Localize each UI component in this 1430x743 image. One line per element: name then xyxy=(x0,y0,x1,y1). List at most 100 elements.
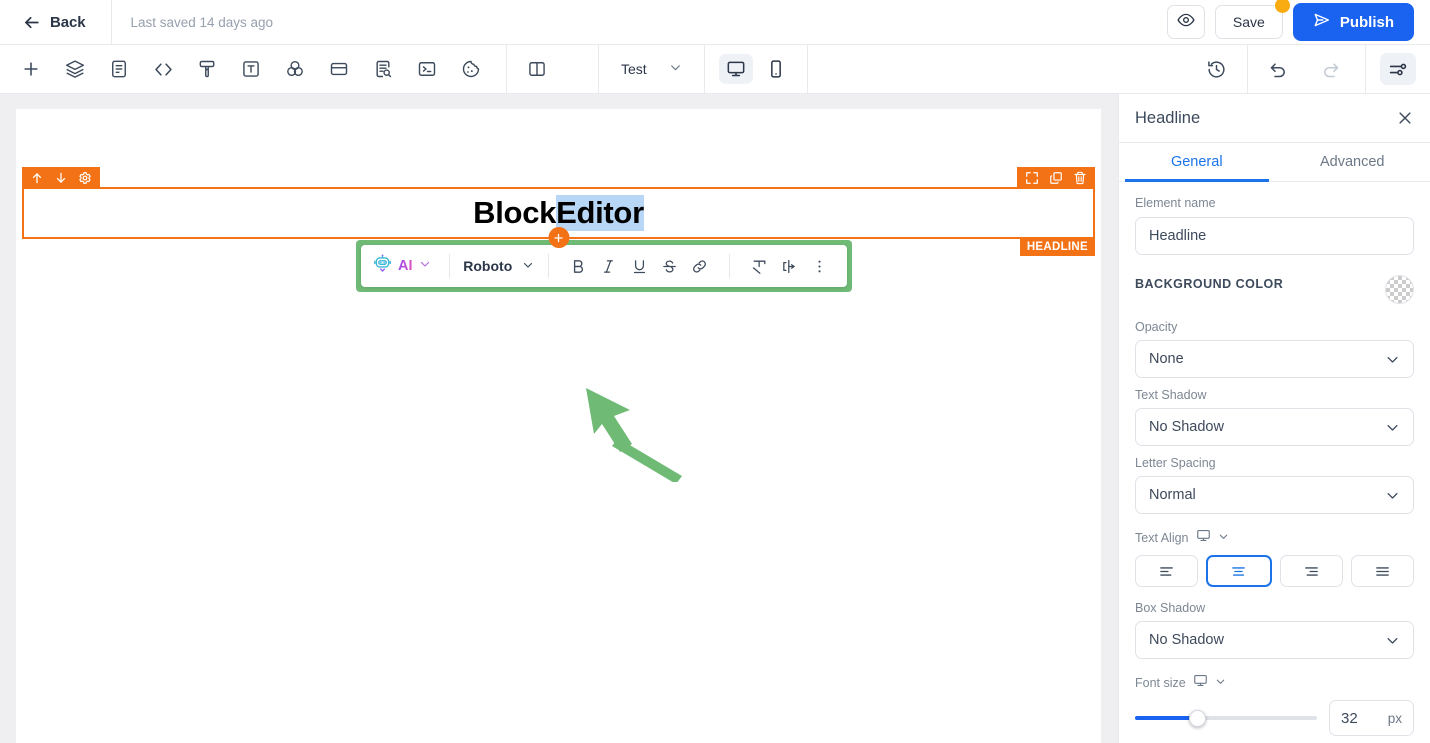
italic-icon[interactable] xyxy=(599,251,617,281)
align-center-icon[interactable] xyxy=(1206,555,1272,587)
environment-selector[interactable]: Test xyxy=(599,61,704,77)
save-button-wrapper: Save xyxy=(1214,0,1290,39)
chevron-down-icon[interactable] xyxy=(1218,529,1229,547)
tab-general[interactable]: General xyxy=(1119,143,1275,182)
plus-circle-icon[interactable] xyxy=(548,227,569,248)
paint-brush-icon[interactable] xyxy=(190,53,224,85)
publish-button[interactable]: Publish xyxy=(1292,3,1414,41)
letter-spacing-field: Letter Spacing Normal xyxy=(1135,456,1414,514)
opacity-value: None xyxy=(1149,351,1184,367)
text-shadow-value: No Shadow xyxy=(1149,419,1224,435)
block-controls-left xyxy=(22,167,100,189)
box-shadow-select[interactable]: No Shadow xyxy=(1135,621,1414,659)
color-blend-icon[interactable] xyxy=(278,53,312,85)
font-family-selector[interactable]: Roboto xyxy=(463,258,534,274)
chevron-down-icon xyxy=(1385,352,1400,367)
block-editor-app: Back Last saved 14 days ago Save Publish xyxy=(0,0,1430,743)
align-justify-icon[interactable] xyxy=(1350,555,1414,587)
align-left-icon[interactable] xyxy=(1135,555,1199,587)
desktop-icon[interactable] xyxy=(718,54,753,84)
last-saved-text: Last saved 14 days ago xyxy=(130,14,274,30)
preview-button[interactable] xyxy=(1166,5,1205,39)
move-up-icon[interactable] xyxy=(25,167,49,189)
unsaved-changes-dot xyxy=(1274,0,1290,13)
opacity-field: Opacity None xyxy=(1135,320,1414,378)
delete-trash-icon[interactable] xyxy=(1068,167,1092,189)
redo-icon[interactable] xyxy=(1313,53,1347,85)
cookie-icon[interactable] xyxy=(454,53,488,85)
layers-icon[interactable] xyxy=(58,53,92,85)
underline-icon[interactable] xyxy=(630,251,648,281)
code-icon[interactable] xyxy=(146,53,180,85)
letter-spacing-label: Letter Spacing xyxy=(1135,456,1216,470)
background-color-swatch[interactable] xyxy=(1385,275,1414,304)
block-controls-right xyxy=(1017,167,1095,189)
format-toolbar: AI Roboto xyxy=(361,245,847,287)
desktop-icon[interactable] xyxy=(1193,673,1208,693)
strikethrough-icon[interactable] xyxy=(660,251,678,281)
move-down-icon[interactable] xyxy=(49,167,73,189)
history-clock-icon[interactable] xyxy=(1199,53,1233,85)
split-panel-icon[interactable] xyxy=(520,53,554,85)
add-element-icon[interactable] xyxy=(14,53,48,85)
text-shadow-select[interactable]: No Shadow xyxy=(1135,408,1414,446)
top-bar: Back Last saved 14 days ago Save Publish xyxy=(0,0,1430,45)
headline-text-unselected: Block xyxy=(473,195,557,230)
font-size-input[interactable] xyxy=(1341,709,1388,727)
toolbar-right-group xyxy=(1199,44,1430,94)
align-right-icon[interactable] xyxy=(1279,555,1343,587)
font-size-label: Font size xyxy=(1135,676,1186,690)
duplicate-icon[interactable] xyxy=(1044,167,1068,189)
expand-icon[interactable] xyxy=(1020,167,1044,189)
document-search-icon[interactable] xyxy=(366,53,400,85)
box-shadow-field: Box Shadow No Shadow xyxy=(1135,601,1414,659)
slider-thumb[interactable] xyxy=(1189,709,1206,727)
link-icon[interactable] xyxy=(691,251,709,281)
block-type-badge: HEADLINE xyxy=(1019,237,1095,256)
topbar-divider xyxy=(111,0,113,45)
box-shadow-value: No Shadow xyxy=(1149,632,1224,648)
save-button[interactable]: Save xyxy=(1214,5,1283,39)
font-size-label-row: Font size xyxy=(1135,673,1414,693)
opacity-label: Opacity xyxy=(1135,320,1178,334)
format-toolbar-highlight: AI Roboto xyxy=(356,240,852,292)
page-surface[interactable]: Block Editor HEADLINE xyxy=(16,109,1101,743)
opacity-select[interactable]: None xyxy=(1135,340,1414,378)
page-icon[interactable] xyxy=(102,53,136,85)
back-button[interactable]: Back xyxy=(16,9,91,36)
desktop-icon[interactable] xyxy=(1196,528,1211,548)
font-size-slider[interactable] xyxy=(1135,709,1317,727)
container-icon[interactable] xyxy=(322,53,356,85)
toolbar-divider-4 xyxy=(806,44,808,94)
canvas-area[interactable]: Block Editor HEADLINE AI Roboto xyxy=(0,94,1118,743)
arrow-left-icon xyxy=(22,13,41,32)
text-align-label: Text Align xyxy=(1135,531,1189,545)
robot-icon xyxy=(373,254,392,278)
clear-formatting-icon[interactable] xyxy=(750,251,768,281)
bold-icon[interactable] xyxy=(569,251,587,281)
device-switcher xyxy=(705,54,807,84)
panel-title: Headline xyxy=(1135,108,1201,127)
green-pointer-arrow xyxy=(586,388,682,482)
tab-advanced[interactable]: Advanced xyxy=(1275,143,1430,181)
terminal-icon[interactable] xyxy=(410,53,444,85)
environment-label: Test xyxy=(621,61,647,77)
close-icon[interactable] xyxy=(1396,109,1414,127)
block-settings-gear-icon[interactable] xyxy=(73,167,97,189)
mobile-icon[interactable] xyxy=(759,54,793,84)
panel-header: Headline xyxy=(1119,94,1430,143)
sliders-icon[interactable] xyxy=(1380,53,1416,85)
undo-icon[interactable] xyxy=(1261,53,1295,85)
ai-assist-button[interactable]: AI xyxy=(373,254,435,278)
more-options-icon[interactable] xyxy=(811,251,829,281)
selected-headline-block[interactable]: Block Editor HEADLINE xyxy=(22,167,1095,256)
text-box-icon[interactable] xyxy=(234,53,268,85)
text-direction-icon[interactable] xyxy=(780,251,798,281)
chevron-down-icon[interactable] xyxy=(1215,674,1226,692)
toolbar-divider-1 xyxy=(506,44,507,94)
background-color-label: BACKGROUND COLOR xyxy=(1135,277,1284,291)
chevron-down-icon xyxy=(522,258,534,274)
letter-spacing-select[interactable]: Normal xyxy=(1135,476,1414,514)
element-name-input[interactable] xyxy=(1135,217,1414,255)
headline-text-selected: Editor xyxy=(556,195,644,231)
